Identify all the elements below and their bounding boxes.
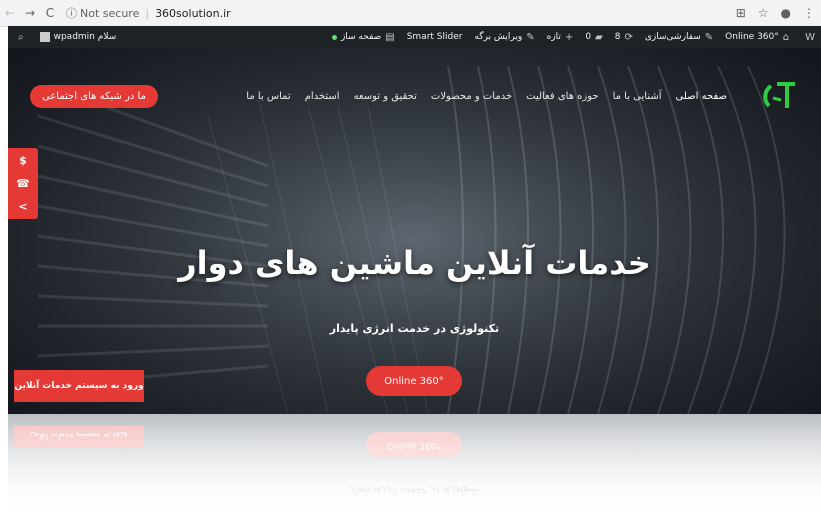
brush-icon: ✎ xyxy=(704,31,714,43)
menu-item-home[interactable]: صفحه اصلی xyxy=(676,91,727,102)
menu-item-services[interactable]: خدمات و محصولات xyxy=(431,91,512,102)
wordpress-icon: W xyxy=(805,31,815,43)
reload-button[interactable]: C xyxy=(40,6,60,20)
phone-icon[interactable]: ☎ xyxy=(16,177,30,190)
smart-slider-menu[interactable]: Smart Slider xyxy=(401,26,469,48)
user-account-menu[interactable]: سلام wpadmin xyxy=(30,26,123,48)
star-icon[interactable]: ☆ xyxy=(758,6,769,20)
menu-item-careers[interactable]: استخدام xyxy=(305,91,340,102)
plus-icon: + xyxy=(564,31,574,43)
not-secure-label: Not secure xyxy=(80,6,140,20)
comment-icon: ▰ xyxy=(595,31,603,43)
browser-toolbar: ← → C ⓘ Not secure | 360solution.ir ⊞ ☆ … xyxy=(0,0,821,27)
menu-item-fields[interactable]: حوزه های فعالیت xyxy=(526,91,598,102)
hero-title: خدمات آنلاین ماشین های دوار xyxy=(178,244,651,282)
address-separator: | xyxy=(145,6,150,20)
updates-count: 8 xyxy=(614,32,621,42)
home-icon: ⌂ xyxy=(782,31,790,43)
account-icon[interactable]: ● xyxy=(781,6,791,20)
online-360-button[interactable]: Online 360° xyxy=(366,366,462,396)
menu-item-contact[interactable]: تماس با ما xyxy=(246,91,290,102)
menu-dots-icon[interactable]: ⋮ xyxy=(803,6,815,20)
page-builder-label: صفحه ساز xyxy=(340,32,382,42)
avatar xyxy=(39,32,50,42)
wp-logo-menu[interactable]: W xyxy=(795,26,821,48)
url-text[interactable]: 360solution.ir xyxy=(155,7,231,20)
site-name-menu[interactable]: ⌂ Online 360° xyxy=(719,26,795,48)
address-bar[interactable]: ⓘ Not secure | 360solution.ir xyxy=(66,5,231,21)
online-services-login-button[interactable]: ورود به سیستم خدمات آنلاین xyxy=(14,370,144,402)
dollar-icon[interactable]: $ xyxy=(19,154,27,167)
refresh-icon: ⟳ xyxy=(624,31,633,43)
social-networks-button[interactable]: ما در شبکه های اجتماعی xyxy=(30,84,158,108)
greeting-label: سلام xyxy=(97,32,117,42)
hero-reflection: ورود به سیستم خدمات آنلاین Online 360° ت… xyxy=(8,414,821,519)
page-builder-menu[interactable]: ▤ صفحه ساز xyxy=(326,26,401,48)
new-content-menu[interactable]: + تازه xyxy=(541,26,580,48)
menu-item-about[interactable]: آشنایی با ما xyxy=(613,91,662,102)
site-header: صفحه اصلی آشنایی با ما حوزه های فعالیت خ… xyxy=(8,76,821,116)
site-logo[interactable] xyxy=(763,78,799,114)
builder-icon: ▤ xyxy=(385,31,395,43)
status-dot xyxy=(331,34,337,40)
edit-page-label: ویرایش برگه xyxy=(474,32,523,42)
floating-side-tabs: $ ☎ < xyxy=(8,148,38,219)
customize-label: سفارشی‌سازی xyxy=(644,32,701,42)
search-menu[interactable]: ⌕ xyxy=(8,26,30,48)
forward-button[interactable]: → xyxy=(20,6,40,20)
hero-section: W ⌂ Online 360° ✎ سفارشی‌سازی ⟳ 8 ▰ 0 + تازه … xyxy=(8,26,821,414)
username-label: wpadmin xyxy=(53,32,95,42)
menu-item-research[interactable]: تحقیق و توسعه xyxy=(354,91,417,102)
pencil-icon: ✎ xyxy=(526,31,535,43)
info-icon[interactable]: ⓘ xyxy=(66,5,77,21)
translate-icon[interactable]: ⊞ xyxy=(736,6,746,20)
main-menu: صفحه اصلی آشنایی با ما حوزه های فعالیت خ… xyxy=(246,91,727,102)
edit-page-menu[interactable]: ✎ ویرایش برگه xyxy=(468,26,540,48)
comments-menu[interactable]: ▰ 0 xyxy=(579,26,608,48)
customize-menu[interactable]: ✎ سفارشی‌سازی xyxy=(639,26,719,48)
smart-slider-label: Smart Slider xyxy=(406,32,463,42)
share-icon[interactable]: < xyxy=(18,200,27,213)
comments-count: 0 xyxy=(585,32,592,42)
new-label: تازه xyxy=(546,32,561,42)
back-button[interactable]: ← xyxy=(0,6,20,20)
reflection-fade xyxy=(8,414,821,519)
hero-subtitle: تکنولوژی در خدمت انرژی پایدار xyxy=(329,322,500,335)
wp-admin-bar: W ⌂ Online 360° ✎ سفارشی‌سازی ⟳ 8 ▰ 0 + تازه … xyxy=(8,26,821,48)
site-name: Online 360° xyxy=(725,32,779,42)
search-icon: ⌕ xyxy=(18,31,24,43)
updates-menu[interactable]: ⟳ 8 xyxy=(609,26,639,48)
